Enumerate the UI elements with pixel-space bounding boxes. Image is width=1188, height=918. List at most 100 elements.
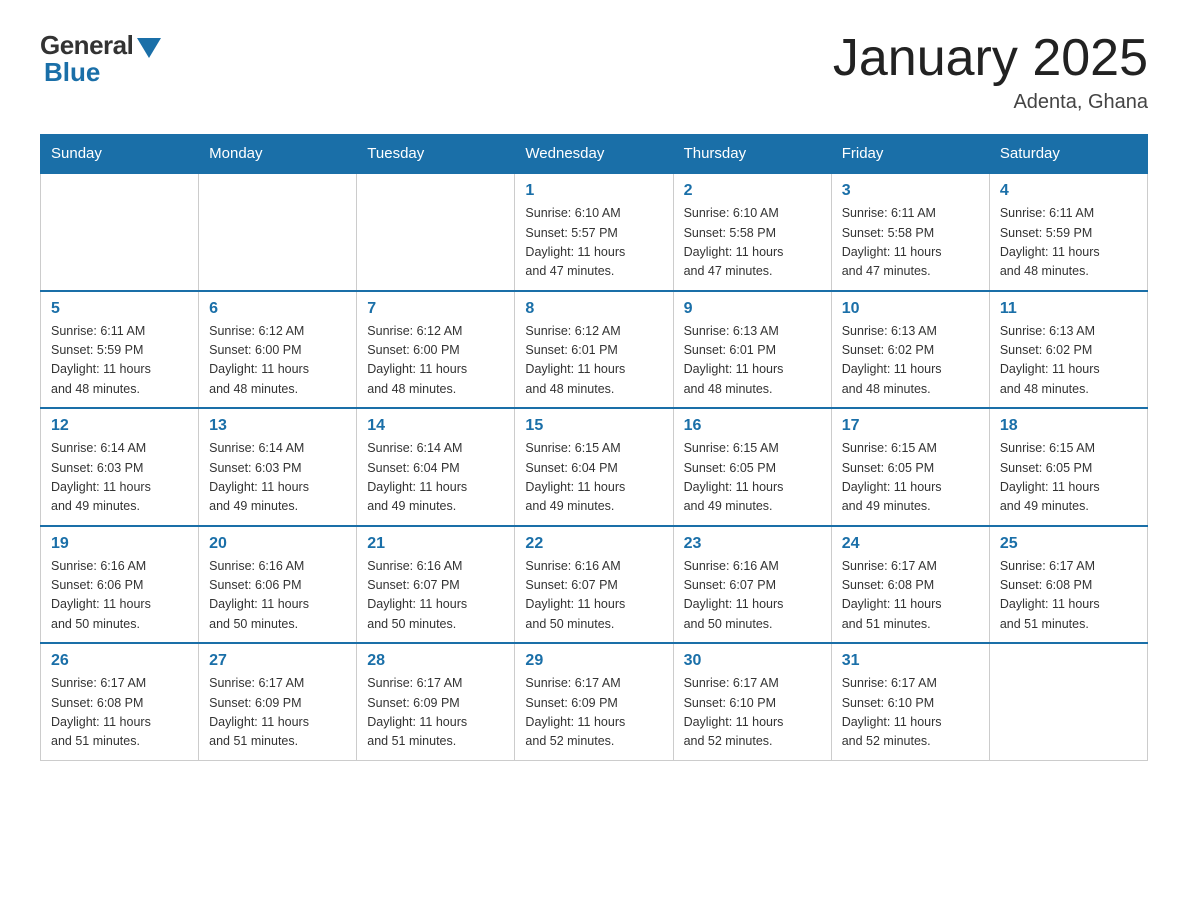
day-info: Sunrise: 6:17 AM Sunset: 6:08 PM Dayligh… bbox=[51, 674, 188, 752]
day-number: 21 bbox=[367, 535, 504, 553]
day-info: Sunrise: 6:17 AM Sunset: 6:09 PM Dayligh… bbox=[367, 674, 504, 752]
logo-triangle-icon bbox=[137, 38, 161, 58]
day-info: Sunrise: 6:13 AM Sunset: 6:02 PM Dayligh… bbox=[1000, 322, 1137, 400]
day-number: 25 bbox=[1000, 535, 1137, 553]
day-number: 24 bbox=[842, 535, 979, 553]
day-info: Sunrise: 6:16 AM Sunset: 6:07 PM Dayligh… bbox=[525, 557, 662, 635]
day-info: Sunrise: 6:12 AM Sunset: 6:00 PM Dayligh… bbox=[367, 322, 504, 400]
day-number: 13 bbox=[209, 417, 346, 435]
calendar-cell bbox=[357, 173, 515, 291]
day-number: 12 bbox=[51, 417, 188, 435]
day-number: 15 bbox=[525, 417, 662, 435]
week-row-3: 12Sunrise: 6:14 AM Sunset: 6:03 PM Dayli… bbox=[41, 408, 1148, 526]
day-info: Sunrise: 6:17 AM Sunset: 6:10 PM Dayligh… bbox=[684, 674, 821, 752]
day-info: Sunrise: 6:15 AM Sunset: 6:05 PM Dayligh… bbox=[1000, 439, 1137, 517]
weekday-header-thursday: Thursday bbox=[673, 135, 831, 174]
calendar-cell: 3 Sunrise: 6:11 AM Sunset: 5:58 PM Daylig… bbox=[831, 173, 989, 291]
day-number: 22 bbox=[525, 535, 662, 553]
calendar-cell: 17Sunrise: 6:15 AM Sunset: 6:05 PM Dayli… bbox=[831, 408, 989, 526]
calendar-cell: 29Sunrise: 6:17 AM Sunset: 6:09 PM Dayli… bbox=[515, 643, 673, 760]
day-number: 1 bbox=[525, 182, 662, 200]
day-info: Sunrise: 6:17 AM Sunset: 6:08 PM Dayligh… bbox=[842, 557, 979, 635]
weekday-header-wednesday: Wednesday bbox=[515, 135, 673, 174]
day-number: 26 bbox=[51, 652, 188, 670]
day-info: Sunrise: 6:16 AM Sunset: 6:07 PM Dayligh… bbox=[367, 557, 504, 635]
calendar-cell: 5 Sunrise: 6:11 AM Sunset: 5:59 PM Daylig… bbox=[41, 291, 199, 409]
calendar-cell: 27Sunrise: 6:17 AM Sunset: 6:09 PM Dayli… bbox=[199, 643, 357, 760]
day-info: Sunrise: 6:17 AM Sunset: 6:08 PM Dayligh… bbox=[1000, 557, 1137, 635]
calendar-cell: 26 Sunrise: 6:17 AM Sunset: 6:08 PM Dayli… bbox=[41, 643, 199, 760]
calendar-cell: 19 Sunrise: 6:16 AM Sunset: 6:06 PM Dayli… bbox=[41, 526, 199, 644]
calendar-cell: 20 Sunrise: 6:16 AM Sunset: 6:06 PM Dayli… bbox=[199, 526, 357, 644]
calendar-cell: 24 Sunrise: 6:17 AM Sunset: 6:08 PM Dayli… bbox=[831, 526, 989, 644]
weekday-header-saturday: Saturday bbox=[989, 135, 1147, 174]
day-info: Sunrise: 6:10 AM Sunset: 5:57 PM Dayligh… bbox=[525, 204, 662, 282]
calendar-cell: 23 Sunrise: 6:16 AM Sunset: 6:07 PM Dayli… bbox=[673, 526, 831, 644]
weekday-header-friday: Friday bbox=[831, 135, 989, 174]
calendar-cell: 10 Sunrise: 6:13 AM Sunset: 6:02 PM Dayli… bbox=[831, 291, 989, 409]
weekday-header-monday: Monday bbox=[199, 135, 357, 174]
day-number: 8 bbox=[525, 300, 662, 318]
month-title: January 2025 bbox=[833, 30, 1148, 87]
day-number: 23 bbox=[684, 535, 821, 553]
day-number: 10 bbox=[842, 300, 979, 318]
day-number: 3 bbox=[842, 182, 979, 200]
day-info: Sunrise: 6:11 AM Sunset: 5:59 PM Dayligh… bbox=[51, 322, 188, 400]
calendar-cell bbox=[41, 173, 199, 291]
day-info: Sunrise: 6:10 AM Sunset: 5:58 PM Dayligh… bbox=[684, 204, 821, 282]
day-number: 29 bbox=[525, 652, 662, 670]
day-number: 5 bbox=[51, 300, 188, 318]
week-row-1: 1 Sunrise: 6:10 AM Sunset: 5:57 PM Daylig… bbox=[41, 173, 1148, 291]
calendar-cell bbox=[989, 643, 1147, 760]
weekday-header-row: SundayMondayTuesdayWednesdayThursdayFrid… bbox=[41, 135, 1148, 174]
calendar-cell: 8 Sunrise: 6:12 AM Sunset: 6:01 PM Daylig… bbox=[515, 291, 673, 409]
day-number: 9 bbox=[684, 300, 821, 318]
day-info: Sunrise: 6:11 AM Sunset: 5:58 PM Dayligh… bbox=[842, 204, 979, 282]
day-number: 20 bbox=[209, 535, 346, 553]
day-number: 19 bbox=[51, 535, 188, 553]
day-number: 2 bbox=[684, 182, 821, 200]
day-info: Sunrise: 6:13 AM Sunset: 6:02 PM Dayligh… bbox=[842, 322, 979, 400]
weekday-header-sunday: Sunday bbox=[41, 135, 199, 174]
day-number: 14 bbox=[367, 417, 504, 435]
calendar-cell: 12Sunrise: 6:14 AM Sunset: 6:03 PM Dayli… bbox=[41, 408, 199, 526]
calendar-cell: 22 Sunrise: 6:16 AM Sunset: 6:07 PM Dayli… bbox=[515, 526, 673, 644]
location-text: Adenta, Ghana bbox=[833, 91, 1148, 114]
calendar-cell: 31Sunrise: 6:17 AM Sunset: 6:10 PM Dayli… bbox=[831, 643, 989, 760]
day-info: Sunrise: 6:15 AM Sunset: 6:05 PM Dayligh… bbox=[842, 439, 979, 517]
day-number: 4 bbox=[1000, 182, 1137, 200]
day-info: Sunrise: 6:16 AM Sunset: 6:07 PM Dayligh… bbox=[684, 557, 821, 635]
calendar-cell: 4 Sunrise: 6:11 AM Sunset: 5:59 PM Daylig… bbox=[989, 173, 1147, 291]
day-number: 6 bbox=[209, 300, 346, 318]
calendar-cell: 28 Sunrise: 6:17 AM Sunset: 6:09 PM Dayli… bbox=[357, 643, 515, 760]
calendar-cell: 16 Sunrise: 6:15 AM Sunset: 6:05 PM Dayli… bbox=[673, 408, 831, 526]
logo-blue-text: Blue bbox=[40, 57, 100, 88]
calendar-cell: 25 Sunrise: 6:17 AM Sunset: 6:08 PM Dayli… bbox=[989, 526, 1147, 644]
weekday-header-tuesday: Tuesday bbox=[357, 135, 515, 174]
calendar-cell: 15 Sunrise: 6:15 AM Sunset: 6:04 PM Dayli… bbox=[515, 408, 673, 526]
calendar-cell: 21 Sunrise: 6:16 AM Sunset: 6:07 PM Dayli… bbox=[357, 526, 515, 644]
calendar-cell: 7 Sunrise: 6:12 AM Sunset: 6:00 PM Daylig… bbox=[357, 291, 515, 409]
title-section: January 2025 Adenta, Ghana bbox=[833, 30, 1148, 114]
day-number: 16 bbox=[684, 417, 821, 435]
day-info: Sunrise: 6:16 AM Sunset: 6:06 PM Dayligh… bbox=[51, 557, 188, 635]
day-info: Sunrise: 6:12 AM Sunset: 6:00 PM Dayligh… bbox=[209, 322, 346, 400]
week-row-4: 19 Sunrise: 6:16 AM Sunset: 6:06 PM Dayli… bbox=[41, 526, 1148, 644]
page-header: General Blue January 2025 Adenta, Ghana bbox=[40, 30, 1148, 114]
calendar-cell: 14 Sunrise: 6:14 AM Sunset: 6:04 PM Dayli… bbox=[357, 408, 515, 526]
day-number: 27 bbox=[209, 652, 346, 670]
day-info: Sunrise: 6:15 AM Sunset: 6:04 PM Dayligh… bbox=[525, 439, 662, 517]
day-info: Sunrise: 6:15 AM Sunset: 6:05 PM Dayligh… bbox=[684, 439, 821, 517]
calendar-cell: 1 Sunrise: 6:10 AM Sunset: 5:57 PM Daylig… bbox=[515, 173, 673, 291]
day-info: Sunrise: 6:11 AM Sunset: 5:59 PM Dayligh… bbox=[1000, 204, 1137, 282]
day-number: 28 bbox=[367, 652, 504, 670]
day-info: Sunrise: 6:12 AM Sunset: 6:01 PM Dayligh… bbox=[525, 322, 662, 400]
day-info: Sunrise: 6:16 AM Sunset: 6:06 PM Dayligh… bbox=[209, 557, 346, 635]
day-number: 7 bbox=[367, 300, 504, 318]
day-info: Sunrise: 6:14 AM Sunset: 6:04 PM Dayligh… bbox=[367, 439, 504, 517]
day-info: Sunrise: 6:17 AM Sunset: 6:10 PM Dayligh… bbox=[842, 674, 979, 752]
week-row-2: 5 Sunrise: 6:11 AM Sunset: 5:59 PM Daylig… bbox=[41, 291, 1148, 409]
calendar-cell: 13Sunrise: 6:14 AM Sunset: 6:03 PM Dayli… bbox=[199, 408, 357, 526]
calendar-cell: 6 Sunrise: 6:12 AM Sunset: 6:00 PM Daylig… bbox=[199, 291, 357, 409]
day-number: 18 bbox=[1000, 417, 1137, 435]
